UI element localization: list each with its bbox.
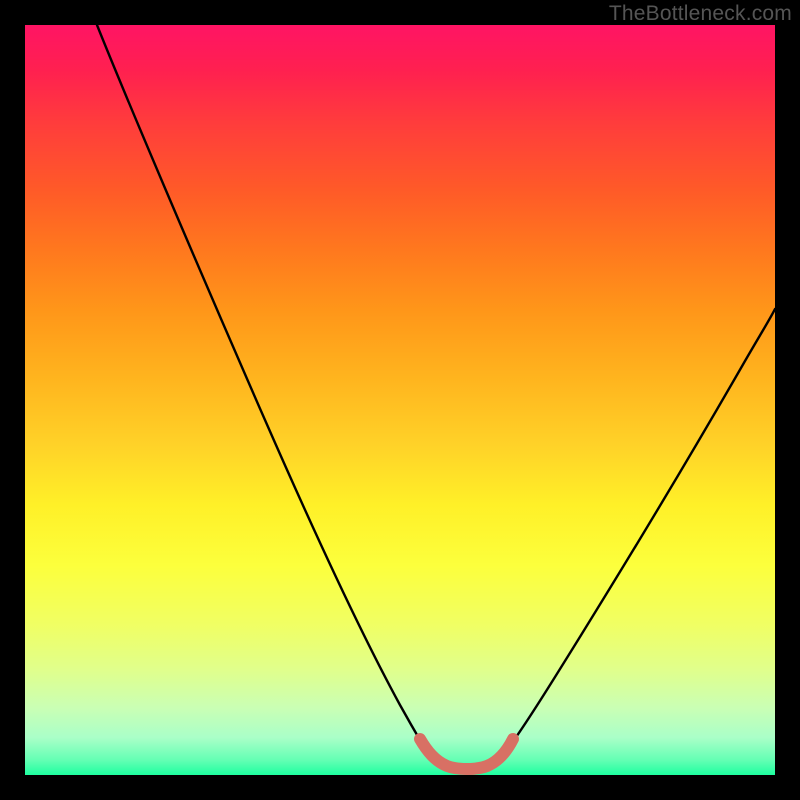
right-black-curve [505, 309, 775, 752]
curves-svg [25, 25, 775, 775]
left-black-curve [97, 25, 427, 752]
plot-area [25, 25, 775, 775]
watermark-text: TheBottleneck.com [609, 2, 792, 26]
salmon-valley-curve [420, 739, 513, 769]
chart-frame: TheBottleneck.com [0, 0, 800, 800]
